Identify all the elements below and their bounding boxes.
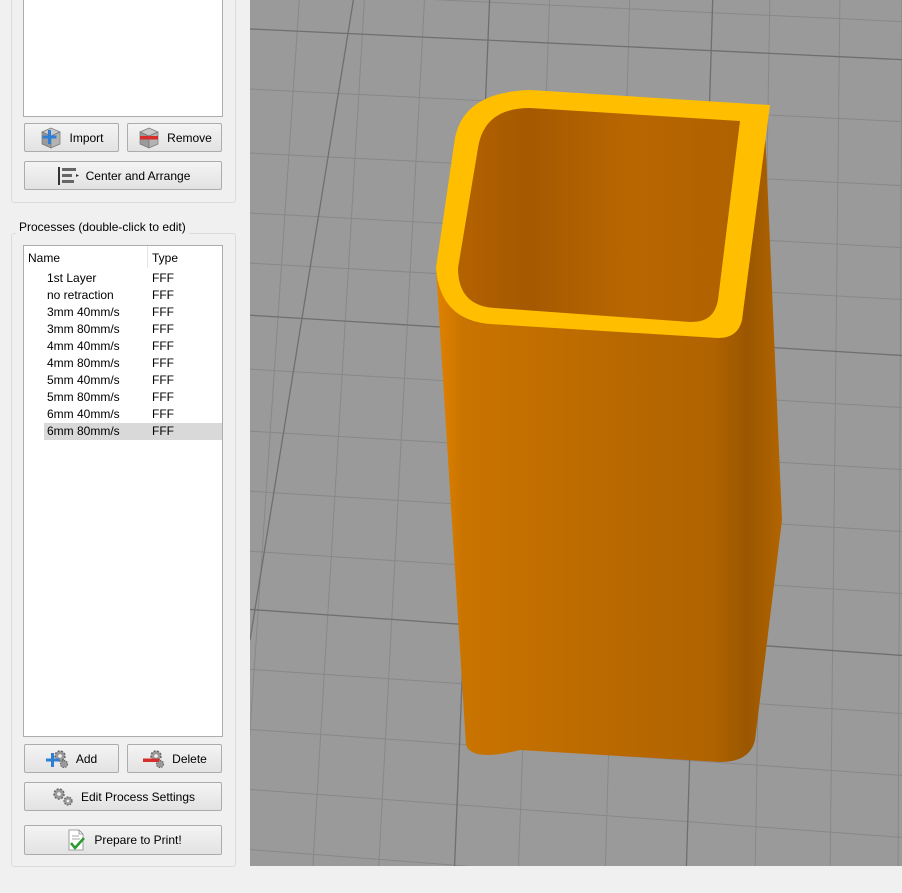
remove-label: Remove — [167, 130, 212, 145]
list-item[interactable]: 4mm 80mm/s FFF — [24, 355, 222, 372]
column-separator[interactable] — [147, 246, 148, 268]
processes-list[interactable]: Name Type 1st Layer FFF no retraction FFF … — [23, 245, 223, 737]
edit-process-settings-button[interactable]: Edit Process Settings — [24, 782, 222, 811]
delete-process-button[interactable]: Delete — [127, 744, 222, 773]
list-item[interactable]: 3mm 80mm/s FFF — [24, 321, 222, 338]
list-item[interactable]: no retraction FFF — [24, 287, 222, 304]
center-arrange-label: Center and Arrange — [85, 168, 191, 183]
import-cube-icon — [41, 127, 62, 149]
build-plate-view[interactable] — [250, 0, 902, 866]
processes-rows: 1st Layer FFF no retraction FFF 3mm 40mm/s… — [24, 270, 222, 440]
add-gears-icon — [45, 749, 68, 768]
list-item[interactable]: 3mm 40mm/s FFF — [24, 304, 222, 321]
3d-viewport[interactable] — [250, 0, 902, 866]
remove-button[interactable]: Remove — [127, 123, 222, 152]
processes-list-header: Name Type — [24, 246, 222, 268]
import-label: Import — [69, 130, 104, 145]
delete-gears-icon — [143, 749, 165, 768]
list-item[interactable]: 5mm 40mm/s FFF — [24, 372, 222, 389]
remove-cube-icon — [139, 127, 160, 149]
center-arrange-button[interactable]: Center and Arrange — [24, 161, 222, 190]
models-list[interactable] — [23, 0, 223, 117]
gears-icon — [53, 787, 73, 806]
prepare-to-print-button[interactable]: Prepare to Print! — [24, 825, 222, 855]
list-item[interactable]: 1st Layer FFF — [24, 270, 222, 287]
arrange-icon — [57, 166, 79, 185]
column-header-name[interactable]: Name — [28, 251, 60, 265]
left-panel: Import Remove Center and Arrange Process… — [0, 0, 250, 893]
list-item[interactable]: 6mm 40mm/s FFF — [24, 406, 222, 423]
prepare-to-print-label: Prepare to Print! — [94, 833, 182, 847]
list-item[interactable]: 4mm 40mm/s FFF — [24, 338, 222, 355]
add-process-button[interactable]: Add — [24, 744, 119, 773]
delete-label: Delete — [172, 751, 207, 766]
add-label: Add — [75, 751, 98, 766]
list-item[interactable]: 5mm 80mm/s FFF — [24, 389, 222, 406]
import-button[interactable]: Import — [24, 123, 119, 152]
processes-group-title: Processes (double-click to edit) — [16, 220, 189, 234]
list-item-selected[interactable]: 6mm 80mm/s FFF — [24, 423, 222, 440]
model-cavity — [458, 108, 740, 323]
column-header-type[interactable]: Type — [152, 251, 178, 265]
document-check-icon — [68, 829, 86, 851]
edit-process-settings-label: Edit Process Settings — [80, 789, 196, 804]
